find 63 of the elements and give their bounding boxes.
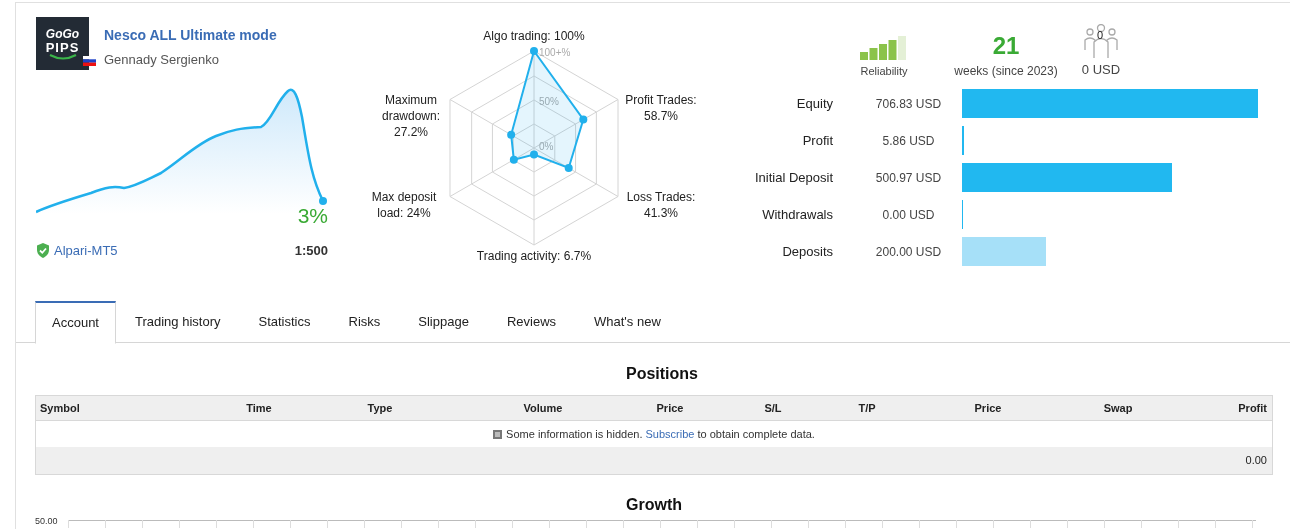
balance-label: Equity xyxy=(795,94,833,113)
weeks-count: 21 xyxy=(992,32,1020,60)
scale-label: 0% xyxy=(539,141,554,152)
subscriber-count: 0 xyxy=(1097,29,1104,41)
column-header: Price xyxy=(974,400,1002,416)
subscribe-link[interactable]: Subscribe xyxy=(645,427,695,440)
tab[interactable]: Statistics xyxy=(239,301,330,343)
radar-point xyxy=(509,155,518,164)
tab[interactable]: What's new xyxy=(575,301,680,343)
weeks-label: weeks (since 2023) xyxy=(954,64,1058,78)
balance-value: 5.86 USD xyxy=(881,132,936,150)
shield-check-icon xyxy=(36,243,50,259)
author-name: Gennady Sergienko xyxy=(104,51,220,69)
lock-icon xyxy=(493,429,503,439)
signal-title-link[interactable]: Nesco ALL Ultimate mode xyxy=(104,26,277,44)
people-icon xyxy=(1082,24,1120,60)
column-header: Time xyxy=(246,400,272,416)
flag-icon xyxy=(83,56,96,66)
tab[interactable]: Account xyxy=(35,301,116,344)
radar-point xyxy=(579,115,588,124)
balance-value: 0.00 USD xyxy=(881,206,936,224)
tab[interactable]: Risks xyxy=(329,301,400,343)
axis-label: Trading activity: 6.7% xyxy=(476,249,592,263)
balance-label: Withdrawals xyxy=(761,205,833,224)
radar-point xyxy=(564,164,573,173)
subscription-amount: 0 USD xyxy=(1081,62,1121,78)
section-title: Growth xyxy=(626,495,682,515)
reliability-label: Reliability xyxy=(860,64,908,78)
column-header: Volume xyxy=(523,400,563,416)
total-profit: 0.00 xyxy=(1245,453,1267,469)
section-title: Positions xyxy=(626,364,698,384)
radar-point xyxy=(530,47,538,55)
radar-point xyxy=(530,150,538,159)
hidden-info-message: Some information is hidden. Subscribe to obtain complete data. xyxy=(506,426,815,442)
tab[interactable]: Slippage xyxy=(399,301,488,343)
column-header: S/L xyxy=(764,400,782,416)
axis-label: Profit Trades: 58.7% xyxy=(625,93,697,123)
axis-tick-label: 50.00 xyxy=(35,516,59,526)
scale-label: 100+% xyxy=(539,47,571,58)
axis-label: Maximum drawdown: 27.2% xyxy=(382,93,440,139)
scale-label: 50% xyxy=(539,96,559,107)
balance-label: Deposits xyxy=(781,242,833,261)
growth-percent: 3% xyxy=(297,204,328,228)
balance-label: Profit xyxy=(801,131,833,150)
tab[interactable]: Trading history xyxy=(116,301,240,343)
arc-icon xyxy=(47,53,78,60)
tab[interactable]: Reviews xyxy=(487,301,575,343)
leverage-value: 1:500 xyxy=(294,242,328,260)
axis-label: Algo trading: 100% xyxy=(483,29,585,43)
column-header: Symbol xyxy=(40,400,80,416)
axis-label: Max deposit load: 24% xyxy=(371,190,437,220)
axis-label: Loss Trades: 41.3% xyxy=(626,190,696,220)
balance-value: 706.83 USD xyxy=(874,95,943,113)
broker-link[interactable]: Alpari-MT5 xyxy=(54,241,118,261)
balance-label: Initial Deposit xyxy=(753,168,833,187)
column-header: Price xyxy=(656,400,684,416)
balance-value: 200.00 USD xyxy=(874,243,943,261)
column-header: Profit xyxy=(1238,400,1267,416)
balance-value: 500.97 USD xyxy=(874,169,943,187)
radar-point xyxy=(507,130,516,139)
column-header: Swap xyxy=(1103,400,1133,416)
column-header: Type xyxy=(367,400,393,416)
column-header: T/P xyxy=(858,400,876,416)
